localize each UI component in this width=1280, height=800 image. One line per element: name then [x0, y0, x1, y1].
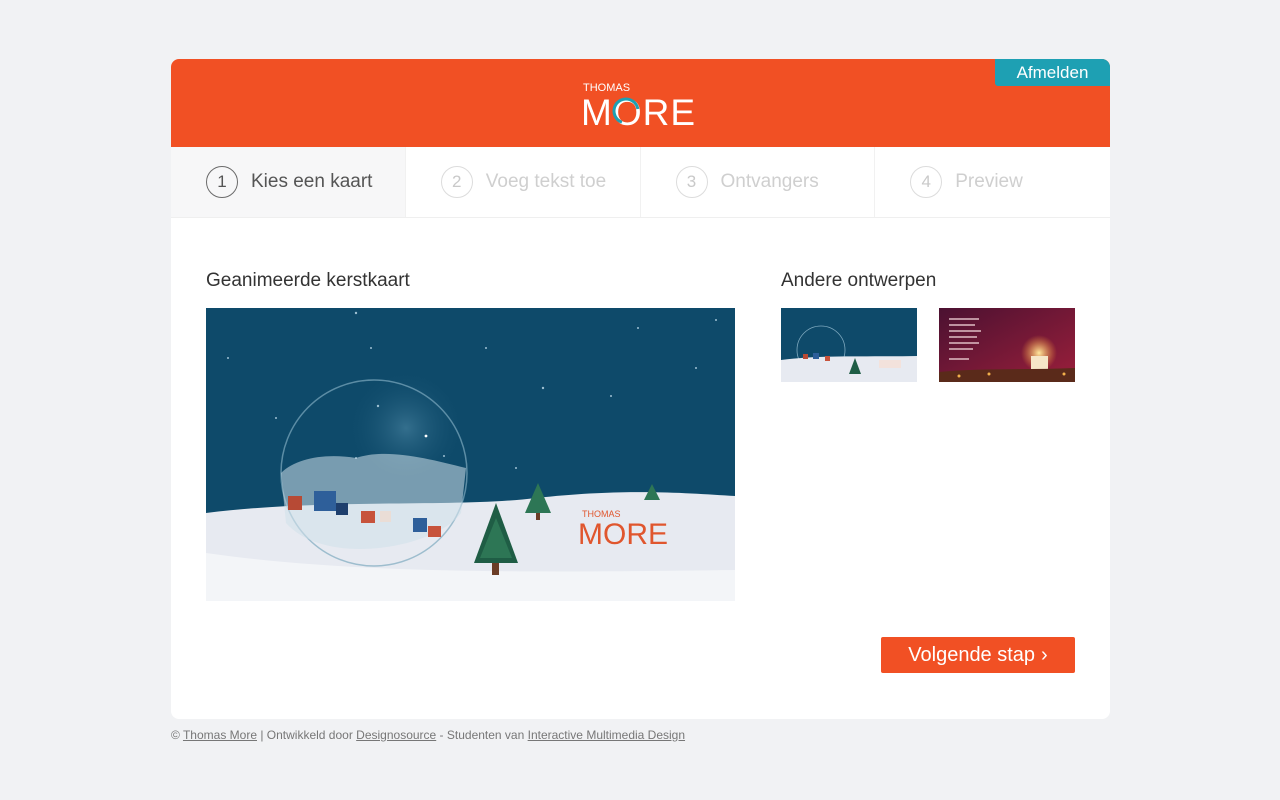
footer: © Thomas More | Ontwikkeld door Designos… [171, 728, 685, 742]
step-number: 1 [206, 166, 238, 198]
step-number: 2 [440, 166, 473, 198]
header-bar: THOMAS MORE Afmelden [171, 59, 1110, 147]
card-logo-bottom: MORE [578, 518, 668, 551]
step-choose-card[interactable]: 1 Kies een kaart [171, 147, 406, 217]
copyright-symbol: © [171, 728, 180, 742]
logout-button[interactable]: Afmelden [995, 59, 1110, 86]
wizard-steps: 1 Kies een kaart 2 Voeg tekst toe 3 Ontv… [171, 147, 1110, 218]
step-label: Voeg tekst toe [485, 171, 607, 192]
step-label: Ontvangers [720, 171, 819, 192]
footer-link-thomas-more[interactable]: Thomas More [183, 728, 257, 742]
step-label: Kies een kaart [251, 171, 373, 192]
footer-text: - Studenten van [436, 728, 528, 742]
step-add-text[interactable]: 2 Voeg tekst toe [406, 147, 641, 217]
step-preview[interactable]: 4 Preview [875, 147, 1110, 217]
footer-text: | Ontwikkeld door [257, 728, 357, 742]
main-panel: THOMAS MORE Afmelden 1 Kies een kaart 2 … [171, 59, 1110, 719]
next-step-label: Volgende stap [908, 644, 1036, 666]
design-thumbnail-snowglobe[interactable] [781, 308, 917, 382]
selected-card-title: Geanimeerde kerstkaart [206, 270, 410, 291]
step-number: 3 [675, 166, 708, 198]
design-thumbnail-candle[interactable] [939, 308, 1075, 382]
step-number: 4 [910, 166, 943, 198]
step-recipients[interactable]: 3 Ontvangers [641, 147, 876, 217]
svg-text:MORE: MORE [581, 92, 696, 129]
chevron-right-icon: › [1041, 644, 1048, 666]
step-label: Preview [955, 171, 1023, 192]
christmas-card-preview: THOMAS MORE [206, 308, 735, 601]
next-step-button[interactable]: Volgende stap › [881, 637, 1075, 673]
thomas-more-logo: THOMAS MORE [581, 82, 696, 129]
footer-link-designosource[interactable]: Designosource [356, 728, 436, 742]
other-designs-title: Andere ontwerpen [781, 270, 937, 291]
footer-link-imd[interactable]: Interactive Multimedia Design [528, 728, 685, 742]
